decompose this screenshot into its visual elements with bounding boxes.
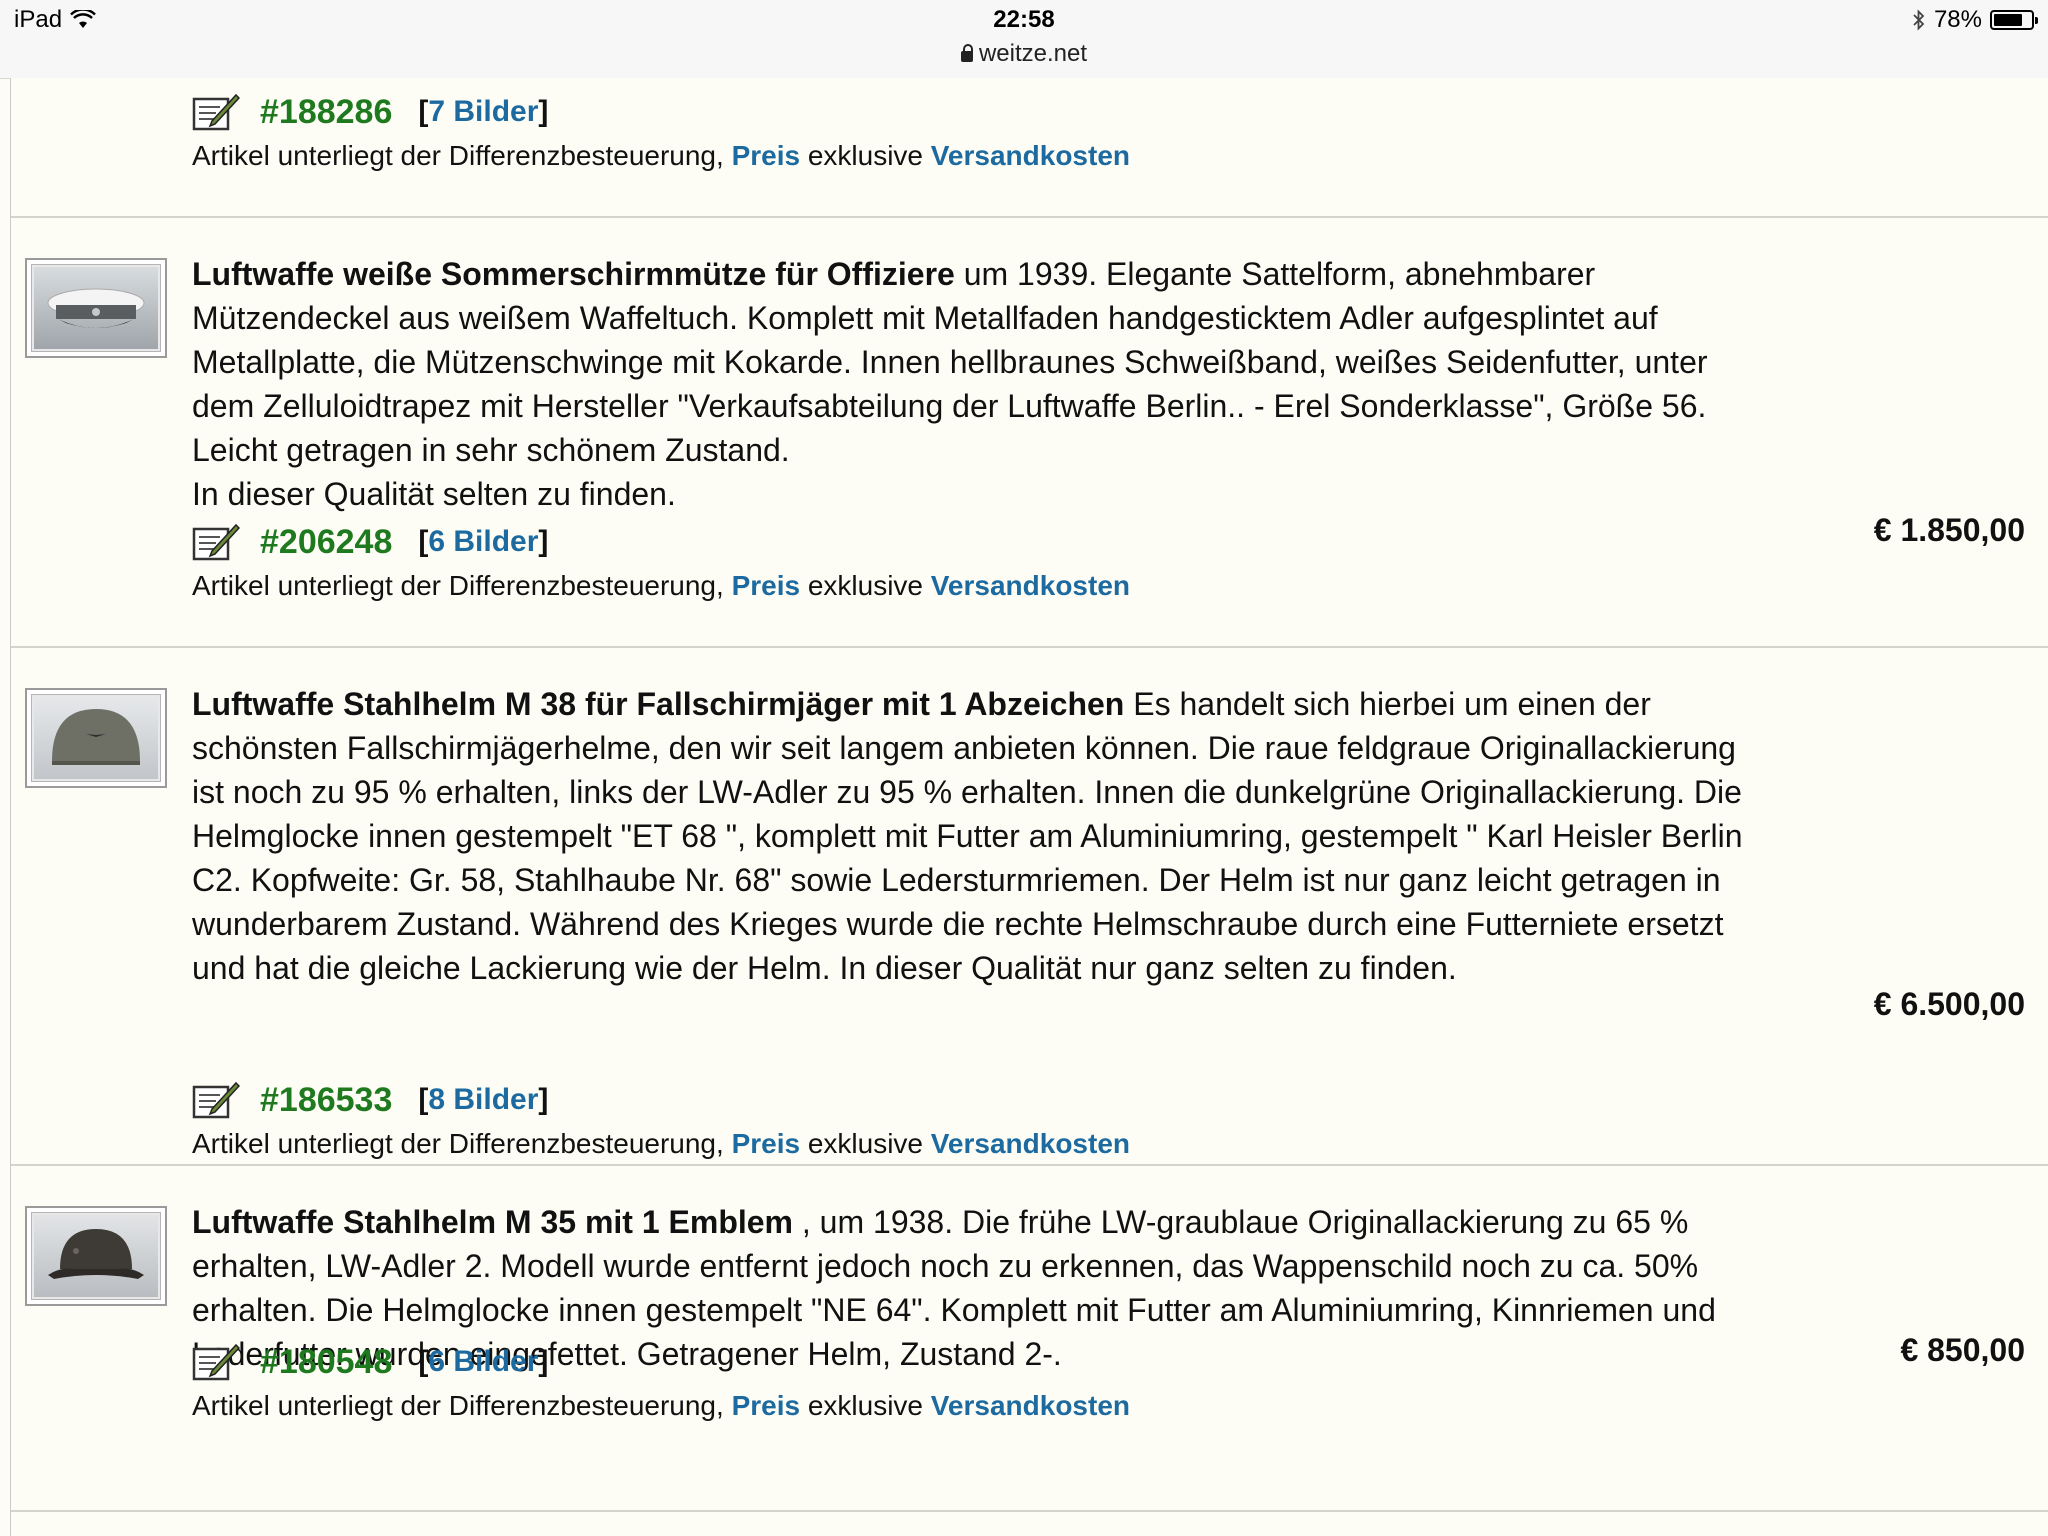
preis-link[interactable]: Preis [732, 1128, 801, 1159]
preis-link[interactable]: Preis [732, 570, 801, 601]
paratrooper-helmet-image [34, 697, 158, 779]
item-price: € 1.850,00 [1873, 512, 2025, 548]
images-link-label[interactable]: 8 Bilder [428, 1083, 538, 1116]
preis-link[interactable]: Preis [732, 140, 801, 171]
item-text: Es handelt sich hierbei um einen der sch… [192, 686, 1743, 986]
product-thumbnail[interactable] [25, 258, 167, 358]
images-link[interactable]: [8 Bilder] [418, 1083, 548, 1117]
tax-note-middle: exklusive [807, 140, 924, 171]
edit-note-icon[interactable] [192, 91, 240, 133]
tax-note-text: Artikel unterliegt der Differenzbesteuer… [192, 1128, 724, 1159]
url-text[interactable]: weitze.net [979, 40, 1087, 67]
edit-note-icon[interactable] [192, 1341, 240, 1383]
tax-note-text: Artikel unterliegt der Differenzbesteuer… [192, 570, 724, 601]
versandkosten-link[interactable]: Versandkosten [931, 570, 1130, 601]
divider [11, 1510, 2048, 1512]
preis-link[interactable]: Preis [732, 1390, 801, 1421]
tax-note-middle: exklusive [807, 1128, 924, 1159]
item-description: Luftwaffe weiße Sommerschirmmütze für Of… [192, 252, 1772, 516]
battery-level [1994, 14, 2022, 26]
versandkosten-link[interactable]: Versandkosten [931, 140, 1130, 171]
clock: 22:58 [993, 6, 1055, 33]
article-number[interactable]: #180548 [260, 1343, 392, 1382]
bluetooth-icon [1913, 9, 1925, 31]
tax-note-text: Artikel unterliegt der Differenzbesteuer… [192, 1390, 724, 1421]
divider [11, 216, 2048, 218]
item-price: € 850,00 [1900, 1332, 2025, 1368]
lock-icon [960, 44, 973, 62]
tax-note: Artikel unterliegt der Differenzbesteuer… [192, 570, 1130, 602]
versandkosten-link[interactable]: Versandkosten [931, 1390, 1130, 1421]
visor-cap-image [34, 267, 158, 349]
images-link-label[interactable]: 6 Bilder [428, 525, 538, 558]
item-meta: #206248 [6 Bilder] [192, 518, 548, 566]
article-number[interactable]: #206248 [260, 523, 392, 562]
item-text-extra: In dieser Qualität selten zu finden. [192, 476, 676, 512]
divider [11, 1164, 2048, 1166]
item-meta: #188286 [7 Bilder] [192, 88, 548, 136]
item-meta: #186533 [8 Bilder] [192, 1076, 548, 1124]
battery-icon [1990, 10, 2038, 30]
status-right: 78% [1912, 6, 2038, 34]
images-link-label[interactable]: 7 Bilder [428, 95, 538, 128]
versandkosten-link[interactable]: Versandkosten [931, 1128, 1130, 1159]
tax-note: Artikel unterliegt der Differenzbesteuer… [192, 1390, 1130, 1422]
m35-helmet-image [34, 1215, 158, 1297]
battery-percent: 78% [1933, 6, 1982, 33]
article-number[interactable]: #186533 [260, 1081, 392, 1120]
item-title[interactable]: Luftwaffe weiße Sommerschirmmütze für Of… [192, 256, 955, 292]
product-thumbnail[interactable] [25, 1206, 167, 1306]
item-title[interactable]: Luftwaffe Stahlhelm M 38 für Fallschirmj… [192, 686, 1124, 722]
item-meta: #180548 [6 Bilder] [192, 1338, 548, 1386]
address-bar[interactable]: weitze.net [0, 40, 2048, 68]
images-link-label[interactable]: 6 Bilder [428, 1345, 538, 1378]
item-title[interactable]: Luftwaffe Stahlhelm M 35 mit 1 Emblem [192, 1204, 793, 1240]
product-listing: #188286 [7 Bilder] Artikel unterliegt de… [10, 78, 2048, 1536]
edit-note-icon[interactable] [192, 1079, 240, 1121]
tax-note-middle: exklusive [807, 1390, 924, 1421]
divider [11, 646, 2048, 648]
tax-note-middle: exklusive [807, 570, 924, 601]
product-thumbnail[interactable] [25, 688, 167, 788]
images-link[interactable]: [6 Bilder] [418, 1345, 548, 1379]
edit-note-icon[interactable] [192, 521, 240, 563]
tax-note-text: Artikel unterliegt der Differenzbesteuer… [192, 140, 724, 171]
article-number[interactable]: #188286 [260, 93, 392, 132]
item-description: Luftwaffe Stahlhelm M 38 für Fallschirmj… [192, 682, 1772, 990]
images-link[interactable]: [6 Bilder] [418, 525, 548, 559]
tax-note: Artikel unterliegt der Differenzbesteuer… [192, 1128, 1130, 1160]
images-link[interactable]: [7 Bilder] [418, 95, 548, 129]
tax-note: Artikel unterliegt der Differenzbesteuer… [192, 140, 1130, 172]
ios-status-bar: iPad 22:58 weitze.net 78% [0, 0, 2048, 79]
item-price: € 6.500,00 [1873, 986, 2025, 1022]
